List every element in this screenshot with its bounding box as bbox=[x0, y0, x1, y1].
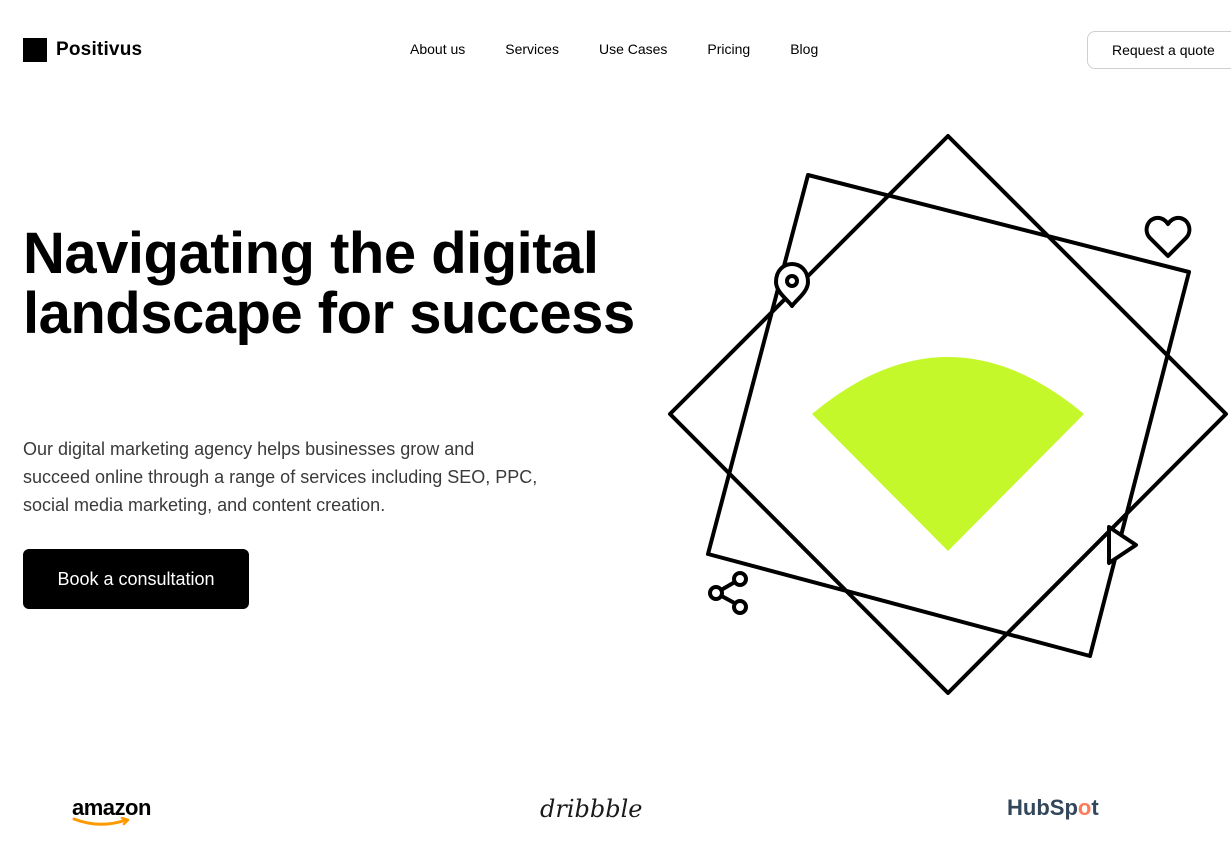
hubspot-logo-prefix: HubSp bbox=[1007, 795, 1078, 820]
hero-title: Navigating the digital landscape for suc… bbox=[23, 221, 635, 346]
book-consultation-button[interactable]: Book a consultation bbox=[23, 549, 249, 609]
hubspot-logo-o: o bbox=[1077, 795, 1092, 820]
main-nav: About us Services Use Cases Pricing Blog bbox=[410, 41, 858, 57]
nav-blog[interactable]: Blog bbox=[790, 41, 818, 57]
nav-use-cases[interactable]: Use Cases bbox=[599, 41, 667, 57]
logo-icon bbox=[23, 38, 47, 62]
dribbble-logo-text: dribbble bbox=[540, 795, 643, 823]
hubspot-logo-suffix: t bbox=[1091, 795, 1099, 820]
nav-about-us[interactable]: About us bbox=[410, 41, 465, 57]
nav-pricing[interactable]: Pricing bbox=[707, 41, 750, 57]
hubspot-logo: HubSpot bbox=[1007, 795, 1099, 821]
dribbble-logo: dribbble bbox=[540, 795, 642, 823]
map-pin-icon bbox=[774, 262, 810, 308]
logo[interactable]: Positivus bbox=[23, 38, 142, 62]
hero-illustration bbox=[660, 130, 1231, 700]
request-quote-button[interactable]: Request a quote bbox=[1087, 31, 1231, 69]
amazon-logo: amazon bbox=[72, 795, 151, 826]
nav-services[interactable]: Services bbox=[505, 41, 559, 57]
accent-fan-shape bbox=[812, 357, 1084, 551]
logo-text: Positivus bbox=[56, 39, 143, 60]
site-header: Positivus About us Services Use Cases Pr… bbox=[0, 0, 1231, 100]
hero-description: Our digital marketing agency helps busin… bbox=[23, 439, 538, 515]
heart-icon bbox=[1144, 215, 1192, 258]
amazon-smile-icon bbox=[72, 817, 130, 826]
share-icon bbox=[708, 571, 748, 615]
